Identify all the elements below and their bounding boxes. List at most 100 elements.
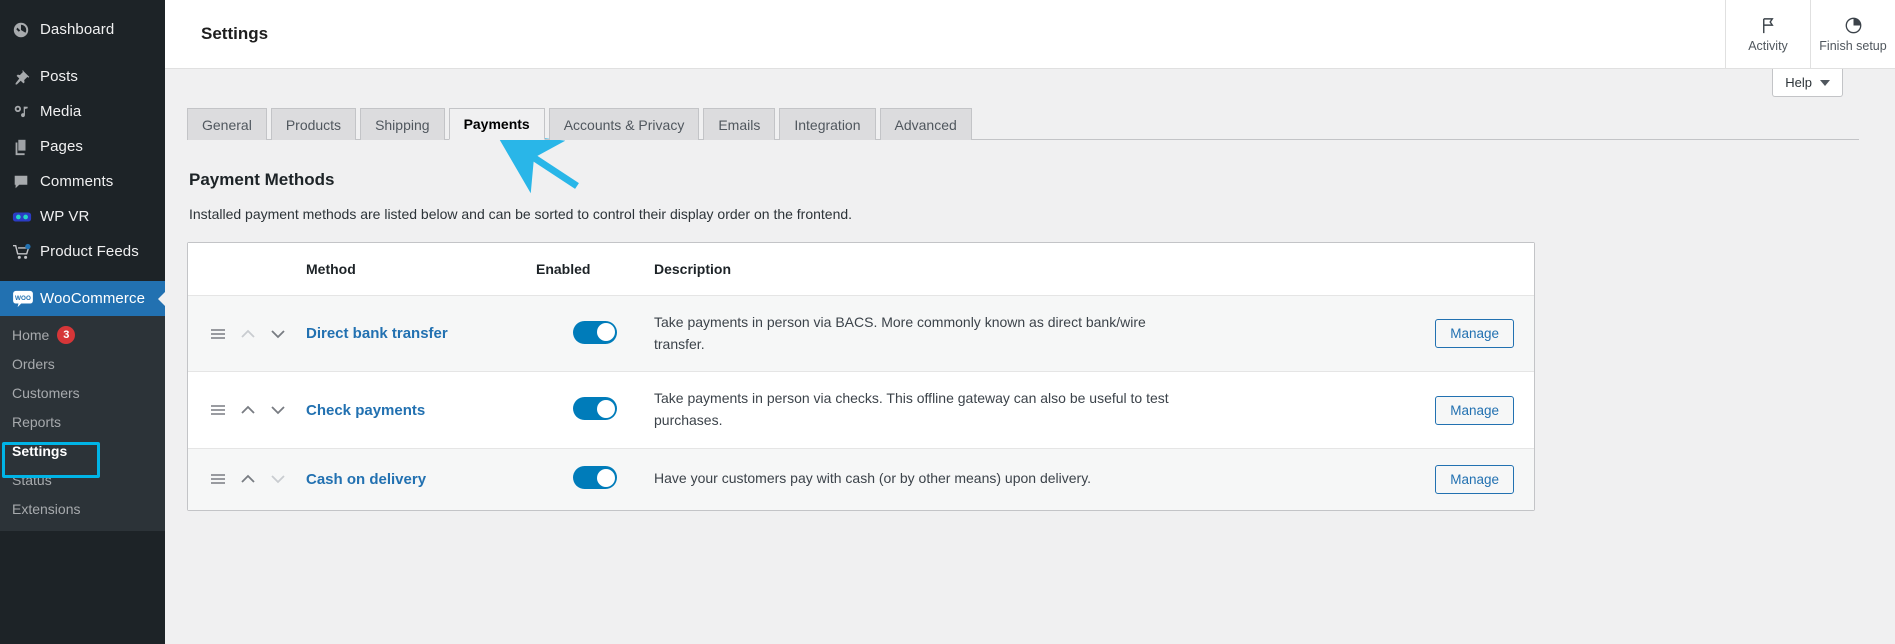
sidebar-item-label: Product Feeds	[40, 243, 139, 260]
row-sort-controls	[188, 448, 306, 510]
finish-setup-button[interactable]: Finish setup	[1810, 0, 1895, 69]
settings-content: General Products Shipping Payments Accou…	[165, 69, 1895, 511]
move-down-icon[interactable]	[270, 405, 286, 415]
sidebar-item-label: Posts	[40, 68, 79, 85]
row-description: Have your customers pay with cash (or by…	[654, 448, 1404, 510]
submenu-item-label: Customers	[12, 384, 80, 401]
page-title: Settings	[201, 24, 269, 43]
tab-accounts-privacy[interactable]: Accounts & Privacy	[548, 108, 700, 140]
submenu-item-orders[interactable]: Orders	[0, 349, 165, 378]
media-icon	[12, 103, 38, 121]
tab-label: Emails	[718, 116, 761, 133]
activity-label: Activity	[1748, 38, 1788, 53]
activity-button[interactable]: Activity	[1725, 0, 1810, 69]
row-enabled	[536, 371, 654, 449]
description-text: Take payments in person via checks. This…	[654, 390, 1169, 429]
submenu-item-reports[interactable]: Reports	[0, 407, 165, 436]
sidebar-item-product-feeds[interactable]: Product Feeds	[0, 234, 165, 269]
submenu-item-label: Status	[12, 471, 52, 488]
submenu-item-label: Reports	[12, 413, 62, 430]
submenu-item-label: Extensions	[12, 500, 81, 517]
row-sort-controls	[188, 371, 306, 449]
column-header-method: Method	[306, 243, 536, 296]
submenu-item-home[interactable]: Home 3	[0, 320, 165, 349]
admin-page: Dashboard Posts Media Pages Comments WP …	[0, 0, 1895, 644]
submenu-item-label: Orders	[12, 355, 55, 372]
sidebar-item-label: Media	[40, 103, 82, 120]
tab-shipping[interactable]: Shipping	[360, 108, 445, 140]
woocommerce-submenu: Home 3 Orders Customers Reports Settings…	[0, 316, 165, 531]
column-header-sort	[188, 243, 306, 296]
table-body: Direct bank transfer Take payments in pe…	[188, 295, 1534, 510]
sidebar-divider-2	[0, 269, 165, 281]
manage-button[interactable]: Manage	[1435, 464, 1514, 494]
sidebar-item-label: Pages	[40, 138, 84, 155]
sidebar-item-media[interactable]: Media	[0, 94, 165, 129]
row-method: Cash on delivery	[306, 448, 536, 510]
enabled-toggle[interactable]	[573, 320, 617, 344]
submenu-item-settings[interactable]: Settings	[0, 436, 165, 465]
payment-methods-table-card: Method Enabled Description Direct bank t…	[187, 242, 1535, 511]
method-link[interactable]: Cash on delivery	[306, 471, 426, 488]
row-action: Manage	[1404, 295, 1534, 373]
move-down-icon[interactable]	[270, 474, 286, 484]
row-method: Check payments	[306, 371, 536, 449]
move-down-icon[interactable]	[270, 329, 286, 339]
sidebar-item-comments[interactable]: Comments	[0, 164, 165, 199]
tab-label: Accounts & Privacy	[563, 116, 685, 133]
tab-label: Payments	[463, 116, 530, 132]
sidebar-top-spacer	[0, 0, 165, 12]
page-header: Settings Activity Finish setup	[165, 0, 1895, 69]
manage-button[interactable]: Manage	[1435, 395, 1514, 425]
tab-products[interactable]: Products	[270, 108, 357, 140]
description-text: Take payments in person via BACS. More c…	[654, 314, 1146, 352]
submenu-item-extensions[interactable]: Extensions	[0, 494, 165, 523]
tab-label: Integration	[794, 116, 861, 133]
sidebar-item-label: Comments	[40, 173, 114, 190]
row-description: Take payments in person via checks. This…	[654, 371, 1404, 449]
settings-tabs: General Products Shipping Payments Accou…	[187, 107, 1859, 140]
drag-handle-icon[interactable]	[210, 472, 226, 486]
enabled-toggle[interactable]	[573, 397, 617, 421]
drag-handle-icon[interactable]	[210, 327, 226, 341]
header-actions: Activity Finish setup	[1725, 0, 1895, 69]
tab-emails[interactable]: Emails	[703, 108, 776, 140]
tab-integration[interactable]: Integration	[779, 108, 876, 140]
method-link[interactable]: Direct bank transfer	[306, 325, 448, 342]
tab-advanced[interactable]: Advanced	[879, 108, 972, 140]
row-sort-controls	[188, 295, 306, 373]
table-header-row: Method Enabled Description	[188, 243, 1534, 296]
sidebar-item-woocommerce[interactable]: WOO WooCommerce	[0, 281, 165, 316]
submenu-item-label: Settings	[12, 442, 68, 459]
submenu-item-status[interactable]: Status	[0, 465, 165, 494]
wp-admin-sidebar: Dashboard Posts Media Pages Comments WP …	[0, 0, 165, 644]
manage-button[interactable]: Manage	[1435, 319, 1514, 349]
vr-headset-icon	[12, 210, 38, 224]
sidebar-item-posts[interactable]: Posts	[0, 59, 165, 94]
move-up-icon[interactable]	[240, 405, 256, 415]
column-header-action	[1404, 243, 1534, 296]
toggle-knob	[596, 323, 615, 342]
tab-general[interactable]: General	[187, 108, 267, 140]
drag-handle-icon[interactable]	[210, 403, 226, 417]
column-header-description: Description	[654, 243, 1404, 296]
payment-methods-table: Method Enabled Description Direct bank t…	[188, 243, 1534, 510]
enabled-toggle[interactable]	[573, 466, 617, 490]
table-row: Check payments Take payments in person v…	[188, 371, 1534, 449]
sidebar-item-dashboard[interactable]: Dashboard	[0, 12, 165, 47]
finish-setup-label: Finish setup	[1819, 38, 1887, 53]
row-description: Take payments in person via BACS. More c…	[654, 295, 1404, 373]
tab-label: General	[202, 116, 252, 133]
tab-payments[interactable]: Payments	[448, 108, 545, 140]
toggle-knob	[596, 399, 615, 418]
sidebar-item-label: WooCommerce	[40, 290, 146, 307]
move-up-icon[interactable]	[240, 474, 256, 484]
submenu-item-customers[interactable]: Customers	[0, 378, 165, 407]
sidebar-item-label: Dashboard	[40, 21, 115, 38]
sidebar-item-pages[interactable]: Pages	[0, 129, 165, 164]
method-link[interactable]: Check payments	[306, 402, 425, 419]
move-up-icon[interactable]	[240, 329, 256, 339]
table-row: Direct bank transfer Take payments in pe…	[188, 295, 1534, 373]
woo-icon: WOO	[12, 290, 38, 308]
sidebar-item-wp-vr[interactable]: WP VR	[0, 199, 165, 234]
